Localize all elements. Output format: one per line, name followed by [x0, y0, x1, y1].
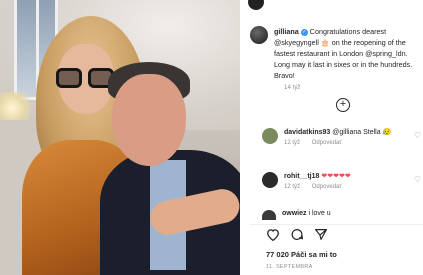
reply-button[interactable]: Odpovedať	[312, 140, 342, 146]
post-header	[248, 0, 264, 10]
share-icon[interactable]	[314, 228, 328, 241]
likes-count[interactable]: 77 020 Páči sa mi to	[266, 250, 337, 259]
sunglasses	[56, 68, 116, 90]
comment-item: rohit__tj18 ❤❤❤❤❤ 12 týž Odpovedať	[262, 172, 352, 190]
comment-icon[interactable]	[290, 228, 304, 241]
reply-button[interactable]: Odpovedať	[312, 184, 342, 190]
comment-item: owwiez i love u	[262, 210, 331, 220]
author-avatar[interactable]	[250, 26, 268, 44]
actions-divider	[250, 224, 423, 225]
commenter-username[interactable]: rohit__tj18	[284, 173, 319, 180]
post-actions	[266, 228, 328, 241]
load-more-comments-button[interactable]: +	[336, 98, 350, 112]
header-avatar[interactable]	[248, 0, 264, 10]
commenter-username[interactable]: owwiez	[282, 210, 307, 217]
comment-timestamp: 12 týž	[284, 184, 301, 190]
comment-like-heart-icon[interactable]: ♡	[414, 131, 421, 140]
comment-text: i love u	[308, 210, 331, 217]
author-username[interactable]: gilliana	[274, 27, 299, 36]
post-date: 11. SEPTEMBRA	[266, 264, 313, 270]
comment-like-heart-icon[interactable]: ♡	[414, 175, 421, 184]
comment-timestamp: 12 týž	[284, 140, 301, 146]
commenter-avatar[interactable]	[262, 172, 278, 188]
comment-item: davidatkins93 @gilliana Stella 😥 12 týž …	[262, 128, 391, 146]
post-caption: gilliana ✓ Congratulations dearest @skye…	[250, 26, 423, 81]
commenter-avatar[interactable]	[262, 128, 278, 144]
comment-text: ❤❤❤❤❤	[321, 173, 351, 180]
post-sidebar: gilliana ✓ Congratulations dearest @skye…	[240, 0, 423, 275]
caption-timestamp: 14 týž	[284, 84, 301, 91]
verified-badge-icon: ✓	[300, 29, 308, 36]
commenter-avatar[interactable]	[262, 210, 276, 220]
man-face	[112, 74, 186, 166]
comment-text: @gilliana Stella 😥	[332, 129, 392, 136]
heart-icon[interactable]	[266, 228, 280, 241]
post-photo	[0, 0, 240, 275]
commenter-username[interactable]: davidatkins93	[284, 129, 330, 136]
